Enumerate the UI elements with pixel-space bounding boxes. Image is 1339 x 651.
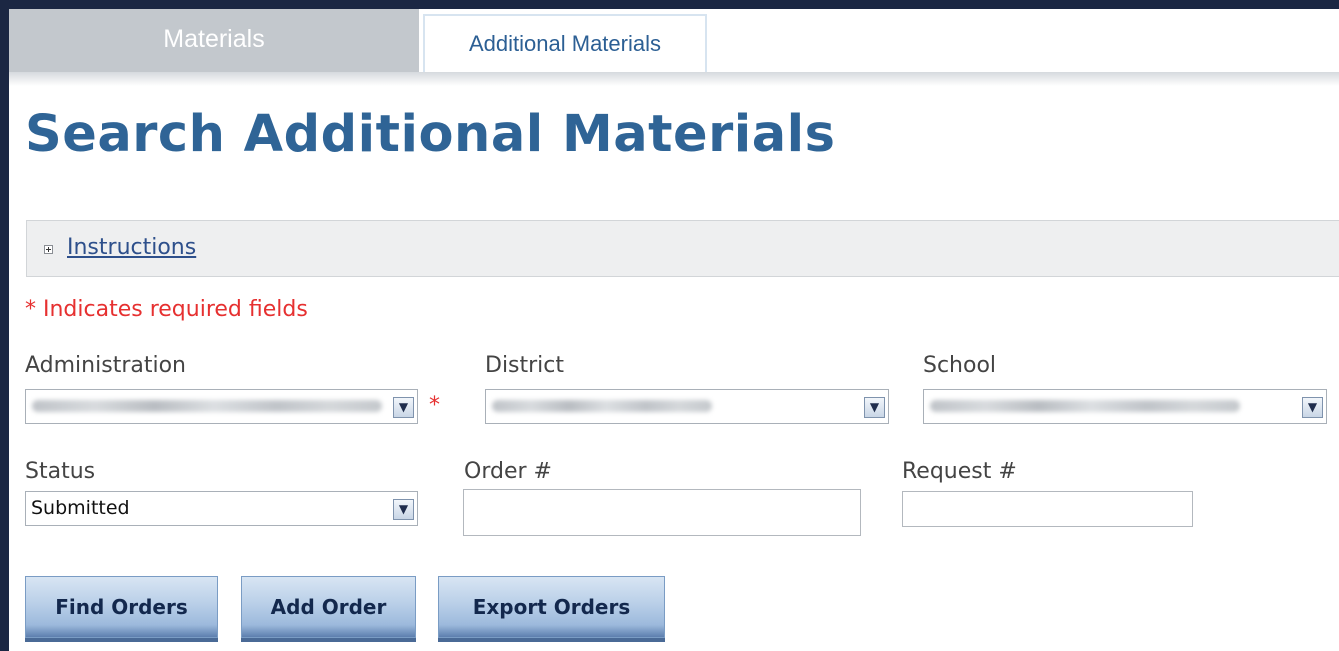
add-order-button[interactable]: Add Order — [241, 576, 416, 638]
district-select[interactable]: ▼ — [485, 389, 889, 424]
administration-value-blurred — [32, 400, 382, 412]
chevron-down-icon[interactable]: ▼ — [1302, 397, 1323, 418]
export-orders-button[interactable]: Export Orders — [438, 576, 665, 638]
administration-label: Administration — [25, 353, 186, 378]
chevron-down-icon[interactable]: ▼ — [864, 397, 885, 418]
administration-select[interactable]: ▼ — [25, 389, 418, 424]
required-asterisk: * — [429, 393, 440, 418]
tab-bar: Materials Additional Materials — [9, 9, 1339, 72]
school-select[interactable]: ▼ — [923, 389, 1327, 424]
page-title: Search Additional Materials — [25, 105, 836, 164]
status-select[interactable]: Submitted ▼ — [25, 491, 418, 526]
district-value-blurred — [492, 400, 712, 412]
tab-materials[interactable]: Materials — [9, 9, 419, 72]
request-number-label: Request # — [902, 459, 1017, 484]
district-label: District — [485, 353, 565, 378]
expand-plus-icon[interactable] — [44, 245, 53, 254]
chevron-down-icon[interactable]: ▼ — [393, 397, 414, 418]
find-orders-button[interactable]: Find Orders — [25, 576, 218, 638]
required-fields-note: * Indicates required fields — [25, 297, 308, 322]
status-label: Status — [25, 459, 96, 484]
chevron-down-icon[interactable]: ▼ — [393, 499, 414, 520]
instructions-link[interactable]: Instructions — [67, 235, 196, 260]
status-value: Submitted — [31, 497, 130, 519]
order-number-input[interactable] — [463, 489, 861, 536]
tab-bar-shadow — [9, 72, 1339, 86]
school-value-blurred — [930, 400, 1240, 412]
school-label: School — [923, 353, 997, 378]
instructions-panel: Instructions — [26, 220, 1339, 277]
tab-additional-materials[interactable]: Additional Materials — [423, 14, 707, 72]
order-number-label: Order # — [464, 459, 552, 484]
request-number-input[interactable] — [902, 491, 1193, 527]
app-frame: Materials Additional Materials Search Ad… — [9, 9, 1339, 651]
